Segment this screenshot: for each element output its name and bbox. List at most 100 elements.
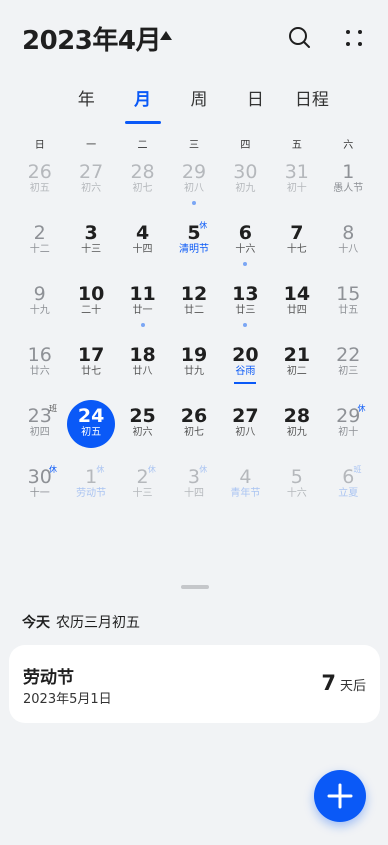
workday-badge: 班 <box>353 465 362 474</box>
festival-label: 青年节 <box>230 488 261 499</box>
day-number: 13 <box>232 283 259 305</box>
calendar-day[interactable]: 4 十四 <box>117 221 168 282</box>
more-icon[interactable] <box>340 24 368 52</box>
calendar-day[interactable]: 1 愚人节 <box>323 160 374 221</box>
lunar-label: 初六 <box>81 183 102 194</box>
holiday-badge: 休 <box>96 465 105 474</box>
event-dot <box>140 323 145 327</box>
calendar-day[interactable]: 2 休十三 <box>117 465 168 526</box>
day-number: 26 <box>180 405 208 427</box>
calendar-day[interactable]: 11 廿一 <box>117 282 168 343</box>
lunar-label: 初七 <box>132 183 153 194</box>
calendar-day[interactable]: 2 十二 <box>14 221 65 282</box>
calendar-week-row: 2 十二 3 十三 4 十四 5 休清明节 6 十六 7 十七 8 十八 <box>14 221 374 282</box>
day-number: 5 <box>187 222 201 244</box>
lunar-label: 二十 <box>81 305 102 316</box>
holiday-badge: 休 <box>357 404 366 413</box>
festival-label: 立夏 <box>338 488 359 499</box>
calendar-day[interactable]: 15 廿五 <box>323 282 374 343</box>
calendar-day[interactable]: 29 休初十 <box>323 404 374 465</box>
calendar-day[interactable]: 26 初五 <box>14 160 65 221</box>
weekday-label: 六 <box>343 140 354 151</box>
calendar-day[interactable]: 17 廿七 <box>65 343 116 404</box>
tab-week[interactable]: 周 <box>171 86 227 120</box>
calendar-day[interactable]: 6 班立夏 <box>323 465 374 526</box>
day-number: 27 <box>232 405 259 427</box>
calendar-day[interactable]: 3 十三 <box>65 221 116 282</box>
festival-label: 谷雨 <box>235 366 256 377</box>
day-number: 15 <box>336 283 361 305</box>
calendar-day[interactable]: 13 廿三 <box>220 282 271 343</box>
day-number: 2 <box>136 466 149 488</box>
calendar-day[interactable]: 20 谷雨 <box>220 343 271 404</box>
calendar-day[interactable]: 5 十六 <box>271 465 322 526</box>
view-tabs: 年 月 周 日 日程 <box>58 86 340 124</box>
lunar-label: 十九 <box>29 305 50 316</box>
day-number: 30 <box>233 161 258 183</box>
search-icon[interactable] <box>286 24 314 52</box>
lunar-label: 初十 <box>286 183 307 194</box>
day-number: 25 <box>129 405 156 427</box>
day-number: 21 <box>283 344 311 366</box>
calendar-day[interactable]: 6 十六 <box>220 221 271 282</box>
days-count: 7 <box>321 671 336 695</box>
calendar-day[interactable]: 14 廿四 <box>271 282 322 343</box>
calendar-day[interactable]: 27 初六 <box>65 160 116 221</box>
tab-day[interactable]: 日 <box>227 86 283 120</box>
days-unit: 天后 <box>339 679 366 694</box>
calendar-day[interactable]: 27 初八 <box>220 404 271 465</box>
tab-schedule[interactable]: 日程 <box>284 86 340 120</box>
calendar-day[interactable]: 1 休劳动节 <box>65 465 116 526</box>
calendar-day[interactable]: 5 休清明节 <box>168 221 219 282</box>
day-number: 6 <box>342 466 355 488</box>
calendar-day[interactable]: 31 初十 <box>271 160 322 221</box>
tab-year[interactable]: 年 <box>58 86 114 120</box>
calendar-day[interactable]: 25 初六 <box>117 404 168 465</box>
day-number: 18 <box>129 344 156 366</box>
calendar-day[interactable]: 26 初七 <box>168 404 219 465</box>
calendar-day[interactable]: 29 初八 <box>168 160 219 221</box>
calendar-day[interactable]: 3 休十四 <box>168 465 219 526</box>
calendar-day[interactable]: 28 初九 <box>271 404 322 465</box>
calendar-day[interactable]: 10 二十 <box>65 282 116 343</box>
calendar-day[interactable]: 19 廿九 <box>168 343 219 404</box>
weekday-label: 五 <box>291 140 302 151</box>
event-date: 2023年5月1日 <box>23 692 112 707</box>
calendar-day[interactable]: 7 十七 <box>271 221 322 282</box>
month-title[interactable]: 2023年4月 <box>22 20 161 57</box>
drag-handle[interactable] <box>181 585 209 589</box>
day-number: 30 <box>27 466 52 488</box>
calendar-day[interactable]: 9 十九 <box>14 282 65 343</box>
event-card[interactable]: 劳动节 2023年5月1日 7 天后 <box>9 645 380 723</box>
calendar-day[interactable]: 8 十八 <box>323 221 374 282</box>
calendar-day[interactable]: 12 廿二 <box>168 282 219 343</box>
calendar-day[interactable]: 30 休十一 <box>14 465 65 526</box>
caret-up-icon[interactable] <box>160 31 172 40</box>
lunar-label: 初八 <box>235 427 256 438</box>
lunar-label: 廿四 <box>286 305 307 316</box>
lunar-label: 十四 <box>183 488 204 499</box>
day-number: 26 <box>27 161 52 183</box>
calendar-day[interactable]: 23 班初四 <box>14 404 65 465</box>
calendar-day[interactable]: 28 初七 <box>117 160 168 221</box>
event-name: 劳动节 <box>23 668 74 688</box>
lunar-label: 初五 <box>81 427 102 438</box>
lunar-label: 廿八 <box>132 366 153 377</box>
calendar-day[interactable]: 22 初三 <box>323 343 374 404</box>
add-event-button[interactable] <box>314 770 366 822</box>
calendar-day[interactable]: 21 初二 <box>271 343 322 404</box>
today-lunar-info: 今天 农历三月初五 <box>22 612 140 632</box>
calendar-day[interactable]: 4 青年节 <box>220 465 271 526</box>
lunar-label: 廿一 <box>132 305 153 316</box>
calendar-week-row: 30 休十一 1 休劳动节 2 休十三 3 休十四 4 青年节 5 十六 6 班立夏 <box>14 465 374 526</box>
day-number: 29 <box>336 405 361 427</box>
day-number: 4 <box>239 466 252 488</box>
tab-month[interactable]: 月 <box>114 86 170 124</box>
calendar-day[interactable]: 18 廿八 <box>117 343 168 404</box>
calendar-day[interactable]: 16 廿六 <box>14 343 65 404</box>
calendar-day-today[interactable]: 24 初五 <box>65 400 116 465</box>
calendar-day[interactable]: 30 初九 <box>220 160 271 221</box>
lunar-label: 十七 <box>286 244 307 255</box>
holiday-badge: 休 <box>49 465 57 474</box>
day-number: 28 <box>283 405 311 427</box>
